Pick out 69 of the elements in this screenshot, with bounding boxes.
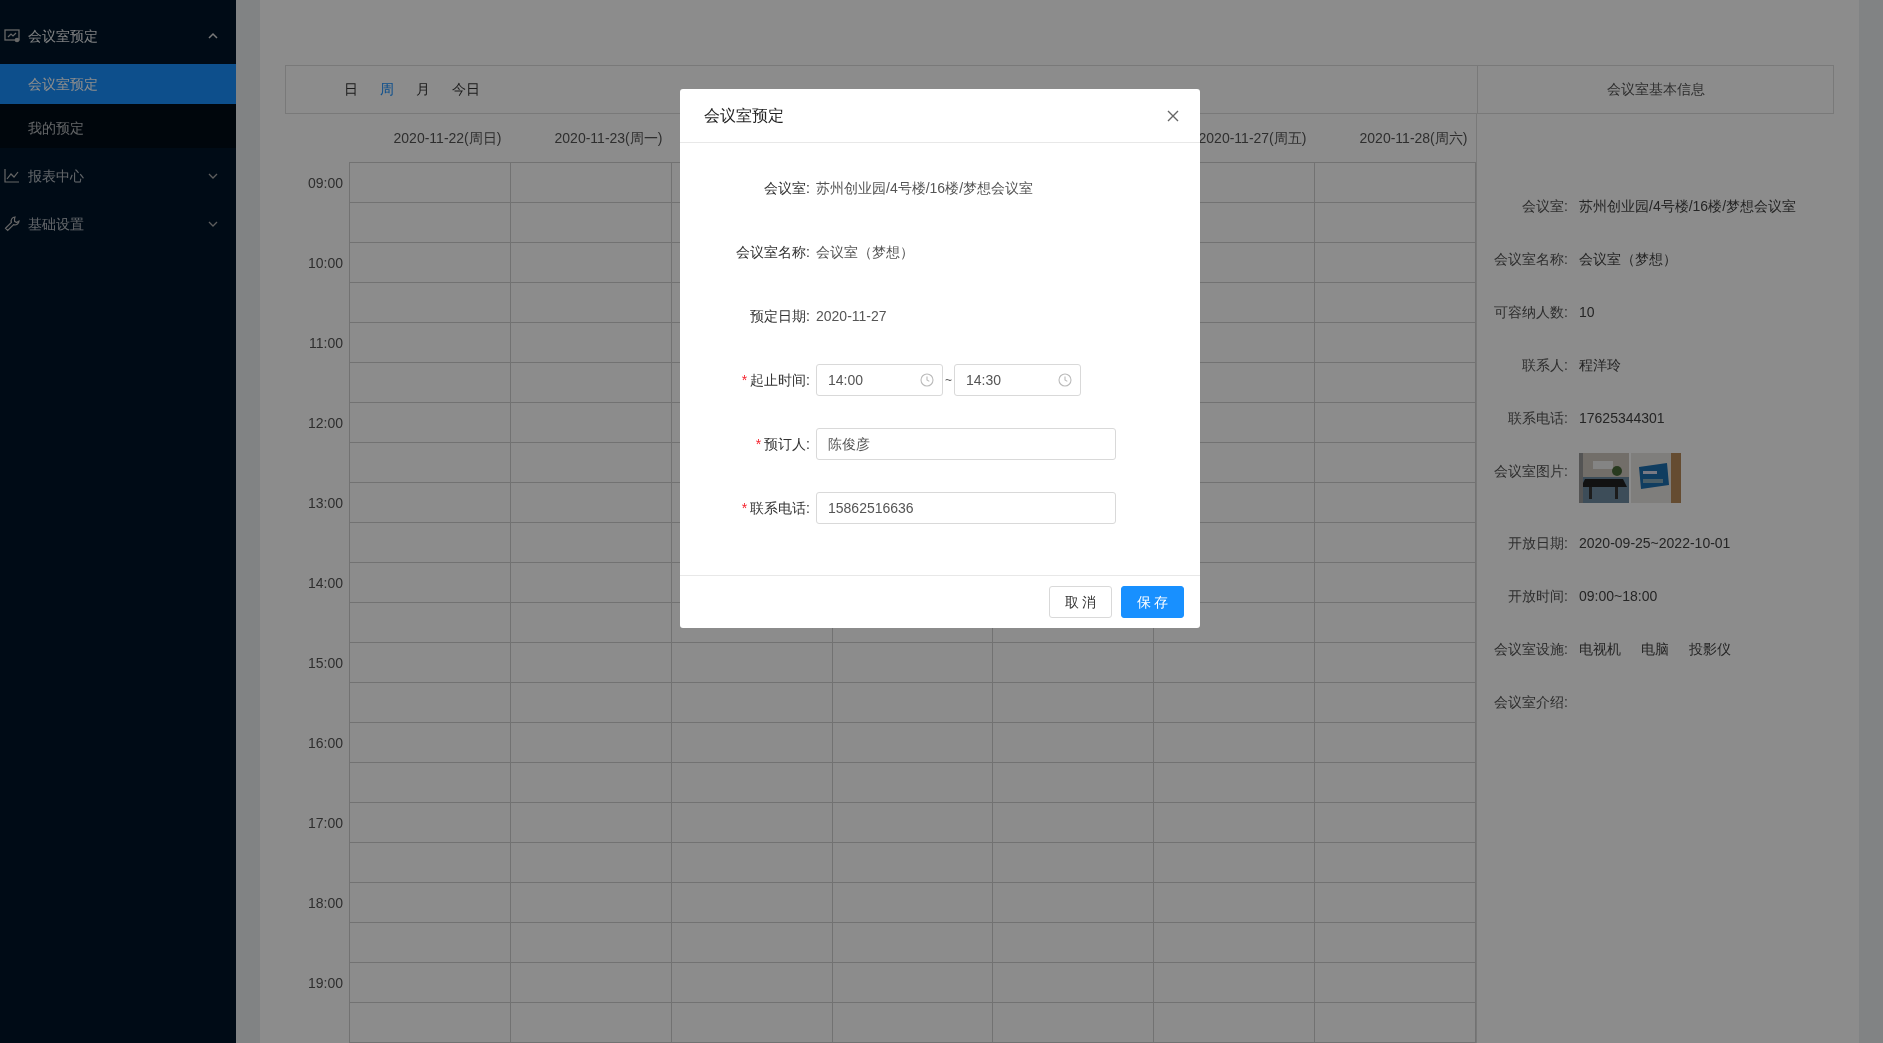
field-value: 17625344301 <box>1579 409 1665 428</box>
time-label: 19:00 <box>307 974 343 993</box>
menu-group[interactable]: 报表中心 <box>0 152 236 200</box>
field-label: 会议室: <box>764 178 810 198</box>
field-label: 联系电话: <box>750 498 810 518</box>
monitor-icon <box>4 28 20 44</box>
time-label: 17:00 <box>307 814 343 833</box>
field-label: 联系人: <box>1521 356 1568 375</box>
cancel-button[interactable]: 取 消 <box>1049 586 1112 618</box>
view-tab[interactable]: 日 <box>344 79 358 100</box>
required-mark: * <box>741 498 748 518</box>
required-mark: * <box>741 370 748 390</box>
time-label: 12:00 <box>307 414 343 433</box>
close-icon[interactable] <box>1166 108 1180 123</box>
range-separator: ~ <box>944 372 953 389</box>
field-label: 联系电话: <box>1507 409 1568 428</box>
save-button[interactable]: 保 存 <box>1121 586 1184 618</box>
submenu-item[interactable]: 我的预定 <box>0 108 236 148</box>
time-label: 14:00 <box>307 574 343 593</box>
field-label: 预订人: <box>764 434 810 454</box>
field-value: 会议室（梦想） <box>816 242 914 262</box>
field-value: 程洋玲 <box>1579 356 1621 375</box>
time-picker[interactable]: 14:30 <box>954 364 1081 396</box>
input-field[interactable]: 15862516636 <box>816 492 1116 524</box>
field-value: 09:00~18:00 <box>1579 587 1658 606</box>
field-label: 预定日期: <box>750 306 810 326</box>
day-header: 2020-11-23(周一) <box>554 129 663 146</box>
input-field[interactable]: 陈俊彦 <box>816 428 1116 460</box>
clock-icon <box>1058 373 1072 387</box>
field-value: 10 <box>1579 303 1595 322</box>
time-label: 10:00 <box>307 254 343 273</box>
time-label: 15:00 <box>307 654 343 673</box>
field-label: 可容纳人数: <box>1493 303 1568 322</box>
field-label: 会议室设施: <box>1493 640 1568 659</box>
facility-tag: 电脑 <box>1641 639 1669 660</box>
field-value: 2020-11-27 <box>816 306 887 326</box>
field-value: 2020-09-25~2022-10-01 <box>1579 534 1731 553</box>
field-value: 会议室（梦想） <box>1579 250 1677 269</box>
time-label: 09:00 <box>307 174 343 193</box>
field-value: 苏州创业园/4号楼/16楼/梦想会议室 <box>1579 197 1797 216</box>
chart-icon <box>4 168 20 184</box>
required-mark: * <box>755 434 762 454</box>
field-label: 会议室: <box>1521 197 1568 216</box>
clock-icon <box>920 373 934 387</box>
field-label: 开放日期: <box>1507 534 1568 553</box>
field-value: 苏州创业园/4号楼/16楼/梦想会议室 <box>816 178 1034 198</box>
field-label: 会议室图片: <box>1493 462 1568 481</box>
field-label: 开放时间: <box>1507 587 1568 606</box>
day-header: 2020-11-27(周五) <box>1198 129 1307 146</box>
wrench-icon <box>4 216 20 232</box>
view-tab[interactable]: 月 <box>416 79 430 100</box>
menu-group[interactable]: 会议室预定 <box>0 12 236 60</box>
field-label: 会议室介绍: <box>1493 693 1568 712</box>
panel-title: 会议室基本信息 <box>1606 80 1705 99</box>
time-picker[interactable]: 14:00 <box>816 364 943 396</box>
facility-tag: 电视机 <box>1579 639 1621 660</box>
time-label: 18:00 <box>307 894 343 913</box>
time-label: 11:00 <box>309 334 343 353</box>
day-header: 2020-11-22(周日) <box>393 129 502 146</box>
field-label: 起止时间: <box>750 370 810 390</box>
dialog-title: 会议室预定 <box>704 105 784 126</box>
menu-group[interactable]: 基础设置 <box>0 200 236 248</box>
facility-tag: 投影仪 <box>1689 639 1731 660</box>
day-header: 2020-11-28(周六) <box>1359 129 1468 146</box>
time-label: 13:00 <box>307 494 343 513</box>
time-label: 16:00 <box>307 734 343 753</box>
field-label: 会议室名称: <box>1493 250 1568 269</box>
view-tab[interactable]: 今日 <box>452 79 480 100</box>
field-label: 会议室名称: <box>736 242 810 262</box>
